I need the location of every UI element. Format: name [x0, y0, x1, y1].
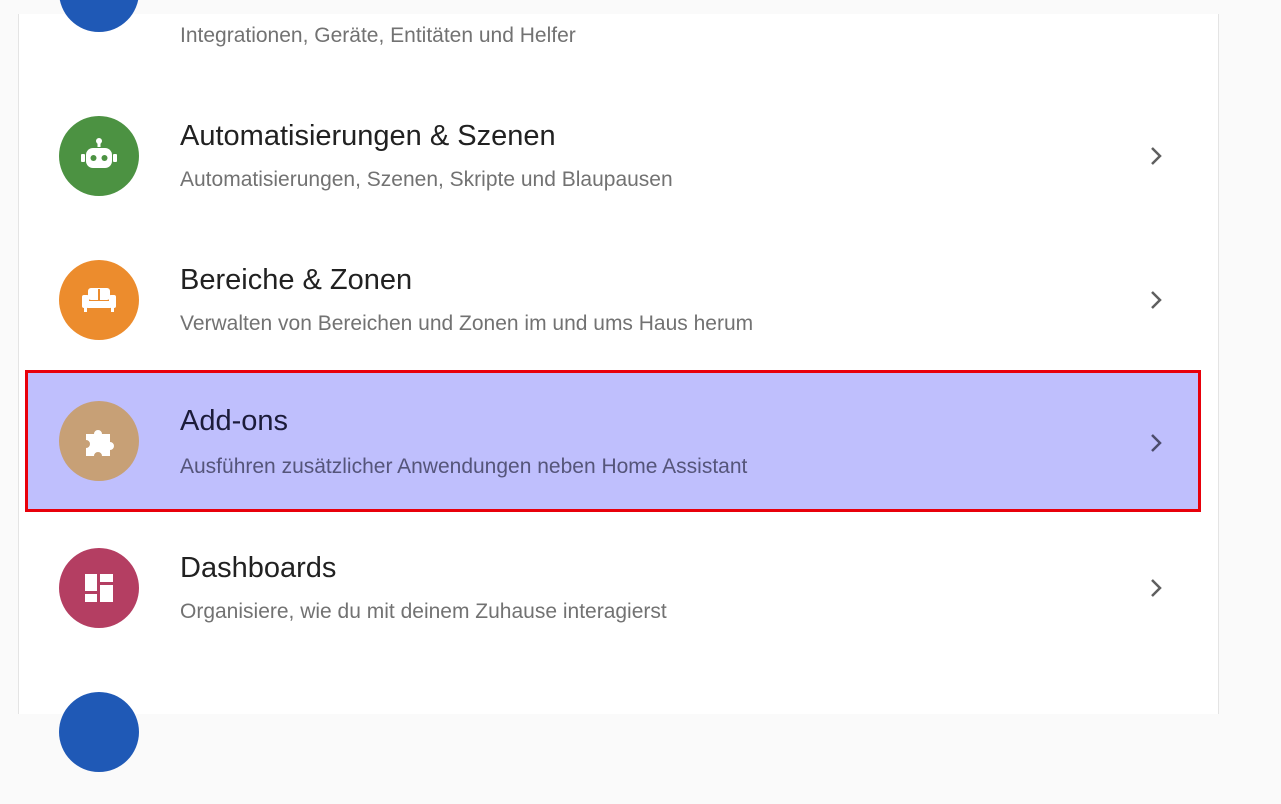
devices-icon	[59, 0, 139, 32]
settings-item-title: Automatisierungen & Szenen	[180, 120, 556, 152]
settings-item-subtitle: Ausführen zusätzlicher Anwendungen neben…	[180, 455, 748, 478]
settings-item-next[interactable]	[19, 660, 1218, 804]
settings-item-title: Dashboards	[180, 552, 337, 584]
settings-item-subtitle: Automatisierungen, Szenen, Skripte und B…	[180, 168, 673, 191]
puzzle-icon	[59, 401, 139, 481]
settings-item-devices[interactable]: Integrationen, Geräte, Entitäten und Hel…	[19, 0, 1218, 64]
settings-item-subtitle: Integrationen, Geräte, Entitäten und Hel…	[180, 24, 576, 47]
robot-icon	[59, 116, 139, 196]
settings-item-title: Add-ons	[180, 405, 289, 437]
settings-item-automations[interactable]: Automatisierungen & Szenen Automatisieru…	[19, 84, 1218, 228]
settings-item-subtitle: Verwalten von Bereichen und Zonen im und…	[180, 312, 754, 335]
chevron-right-icon	[1151, 291, 1162, 309]
settings-card: Integrationen, Geräte, Entitäten und Hel…	[18, 0, 1219, 772]
chevron-right-icon	[1151, 579, 1162, 597]
settings-item-subtitle: Organisiere, wie du mit deinem Zuhause i…	[180, 600, 667, 623]
settings-item-areas[interactable]: Bereiche & Zonen Verwalten von Bereichen…	[19, 228, 1218, 372]
partial-icon	[59, 692, 139, 772]
dashboard-icon	[59, 548, 139, 628]
settings-item-title: Bereiche & Zonen	[180, 264, 413, 296]
settings-item-addons[interactable]: Add-ons Ausführen zusätzlicher Anwendung…	[25, 370, 1201, 512]
chevron-right-icon	[1151, 434, 1162, 452]
settings-item-dashboards[interactable]: Dashboards Organisiere, wie du mit deine…	[19, 516, 1218, 660]
sofa-icon	[59, 260, 139, 340]
chevron-right-icon	[1151, 147, 1162, 165]
